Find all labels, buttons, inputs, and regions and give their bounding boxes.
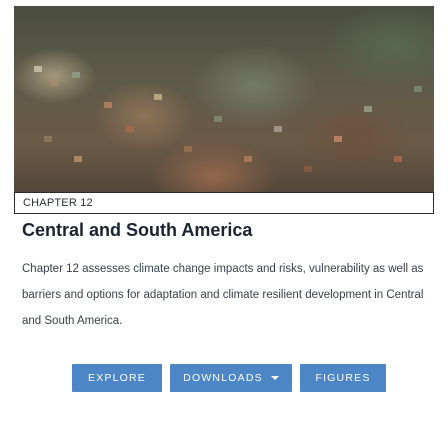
explore-button-label: EXPLORE <box>87 372 146 384</box>
chapter-label: CHAPTER 12 <box>23 197 93 209</box>
chapter-card: CHAPTER 12 Central and South America Cha… <box>14 0 434 448</box>
downloads-button[interactable]: DOWNLOADS <box>170 364 292 392</box>
action-buttons: EXPLORE DOWNLOADS FIGURES <box>14 364 434 392</box>
chapter-photo <box>14 6 434 214</box>
downloads-button-label: DOWNLOADS <box>183 372 263 384</box>
chapter-description: Chapter 12 assesses climate change impac… <box>22 263 424 327</box>
figures-button-label: FIGURES <box>315 372 371 384</box>
figures-button[interactable]: FIGURES <box>300 364 386 392</box>
chapter-title[interactable]: Central and South America <box>22 220 252 241</box>
caret-down-icon <box>270 376 279 380</box>
chapter-label-box: CHAPTER 12 <box>14 192 434 214</box>
explore-button[interactable]: EXPLORE <box>72 364 162 392</box>
